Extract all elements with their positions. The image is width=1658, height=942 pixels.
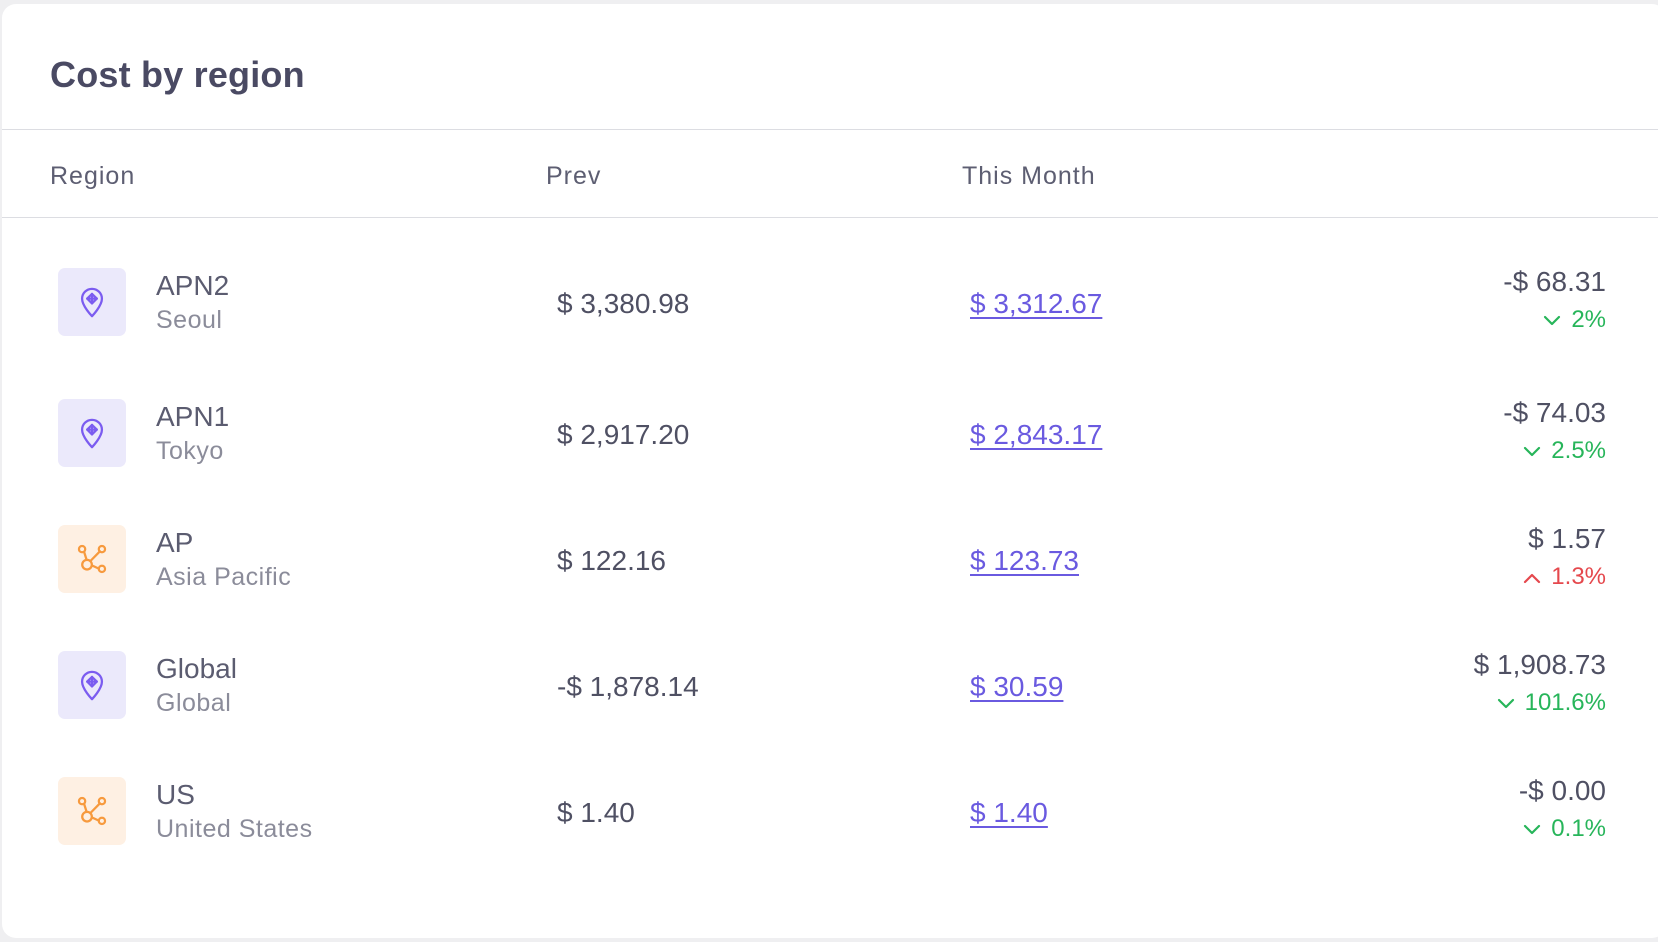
this-month-cost-link[interactable]: $ 3,312.67 [970,288,1102,320]
column-header-this-month: This Month [962,162,1096,190]
region-code: Global [156,653,237,684]
map-pin-icon [58,268,126,336]
chevron-down-icon [1523,437,1541,465]
chevron-down-icon [1543,306,1561,334]
cost-difference: -$ 74.03 [1503,397,1606,428]
region-name: Seoul [156,306,223,334]
table-header: Region Prev This Month [2,130,1658,218]
table-row: APN2 Seoul $ 3,380.98 $ 3,312.67 -$ 68.31 2% [2,244,1658,364]
prev-cost: $ 3,380.98 [557,288,690,319]
change-percent: 2% [1543,306,1606,334]
prev-cost: -$ 1,878.14 [557,671,699,702]
chevron-down-icon [1497,689,1515,717]
network-hub-icon [58,525,126,593]
chevron-up-icon [1523,563,1541,591]
change-percent: 1.3% [1523,563,1606,591]
this-month-cost-link[interactable]: $ 1.40 [970,797,1048,829]
cost-difference: $ 1.57 [1528,523,1606,554]
region-code: AP [156,527,194,558]
prev-cost: $ 1.40 [557,797,635,828]
change-percent-value: 101.6% [1524,689,1606,716]
change-percent-value: 1.3% [1551,563,1606,590]
cost-difference: -$ 0.00 [1518,775,1606,806]
cost-difference: -$ 68.31 [1503,266,1606,297]
region-code: US [156,779,195,810]
chevron-down-icon [1523,815,1541,843]
change-percent-value: 2% [1571,306,1606,333]
card-header: Cost by region [2,4,1658,130]
region-name: Asia Pacific [156,563,292,591]
this-month-cost-link[interactable]: $ 30.59 [970,671,1063,703]
region-name: Global [156,689,232,717]
map-pin-icon [58,651,126,719]
change-percent-value: 2.5% [1551,437,1606,464]
this-month-cost-link[interactable]: $ 123.73 [970,545,1079,577]
cost-difference: $ 1,908.73 [1473,649,1606,680]
prev-cost: $ 2,917.20 [557,419,690,450]
region-code: APN1 [156,401,230,432]
card-title: Cost by region [50,54,305,95]
column-header-region: Region [50,162,136,190]
change-percent-value: 0.1% [1551,815,1606,842]
network-hub-icon [58,777,126,845]
table-row: US United States $ 1.40 $ 1.40 -$ 0.00 0.1% [2,753,1658,873]
table-row: Global Global -$ 1,878.14 $ 30.59 $ 1,908.73… [2,627,1658,747]
this-month-cost-link[interactable]: $ 2,843.17 [970,419,1102,451]
column-header-prev: Prev [546,162,602,190]
region-code: APN2 [156,270,230,301]
prev-cost: $ 122.16 [557,545,666,576]
cost-by-region-card: Cost by region Region Prev This Month AP… [2,4,1658,938]
region-name: Tokyo [156,437,224,465]
map-pin-icon [58,399,126,467]
change-percent: 0.1% [1523,815,1606,843]
region-name: United States [156,815,313,843]
table-row: APN1 Tokyo $ 2,917.20 $ 2,843.17 -$ 74.03 2.5… [2,375,1658,495]
table-row: AP Asia Pacific $ 122.16 $ 123.73 $ 1.57 1.3% [2,501,1658,621]
change-percent: 2.5% [1523,437,1606,465]
change-percent: 101.6% [1497,689,1606,717]
